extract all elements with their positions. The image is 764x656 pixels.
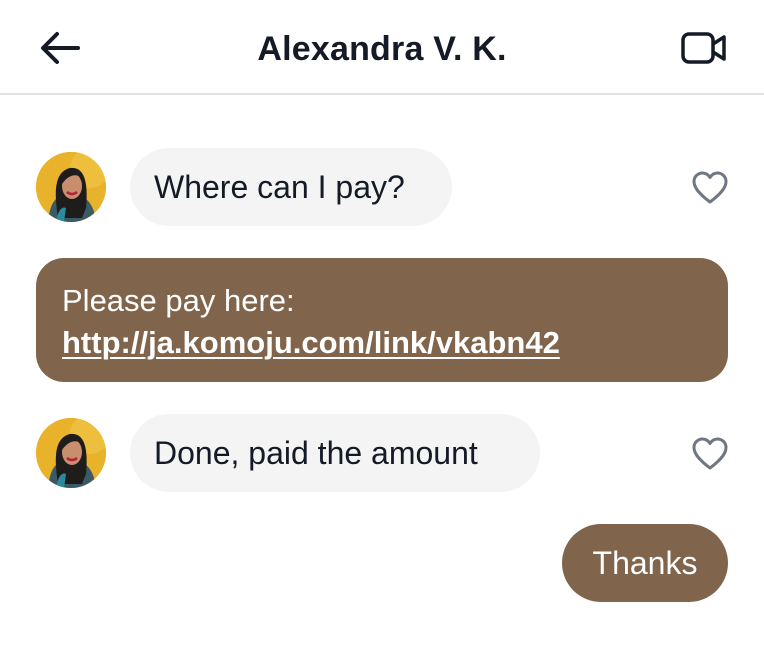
like-button[interactable]	[690, 434, 730, 474]
video-camera-icon	[681, 32, 726, 64]
message-text: Thanks	[592, 545, 698, 581]
contact-photo	[36, 418, 106, 488]
message-bubble-incoming: Done, paid the amount	[130, 414, 540, 492]
avatar[interactable]	[36, 152, 106, 222]
heart-icon	[692, 171, 728, 204]
message-text: Please pay here:	[62, 283, 295, 318]
like-button[interactable]	[690, 168, 730, 208]
avatar[interactable]	[36, 418, 106, 488]
message-bubble-outgoing: Please pay here: http://ja.komoju.com/li…	[36, 258, 728, 382]
message-text: Where can I pay?	[154, 169, 405, 205]
payment-link[interactable]: http://ja.komoju.com/link/vkabn42	[62, 322, 560, 364]
message-bubble-incoming: Where can I pay?	[130, 148, 452, 226]
contact-photo	[36, 152, 106, 222]
chat-screen: Alexandra V. K. Where can I pay? Please …	[0, 0, 764, 656]
heart-icon	[692, 437, 728, 470]
message-bubble-outgoing: Thanks	[562, 524, 728, 602]
message-text: Done, paid the amount	[154, 435, 478, 471]
page-title: Alexandra V. K.	[257, 30, 507, 68]
video-call-button[interactable]	[676, 26, 732, 70]
chat-header: Alexandra V. K.	[0, 0, 764, 95]
